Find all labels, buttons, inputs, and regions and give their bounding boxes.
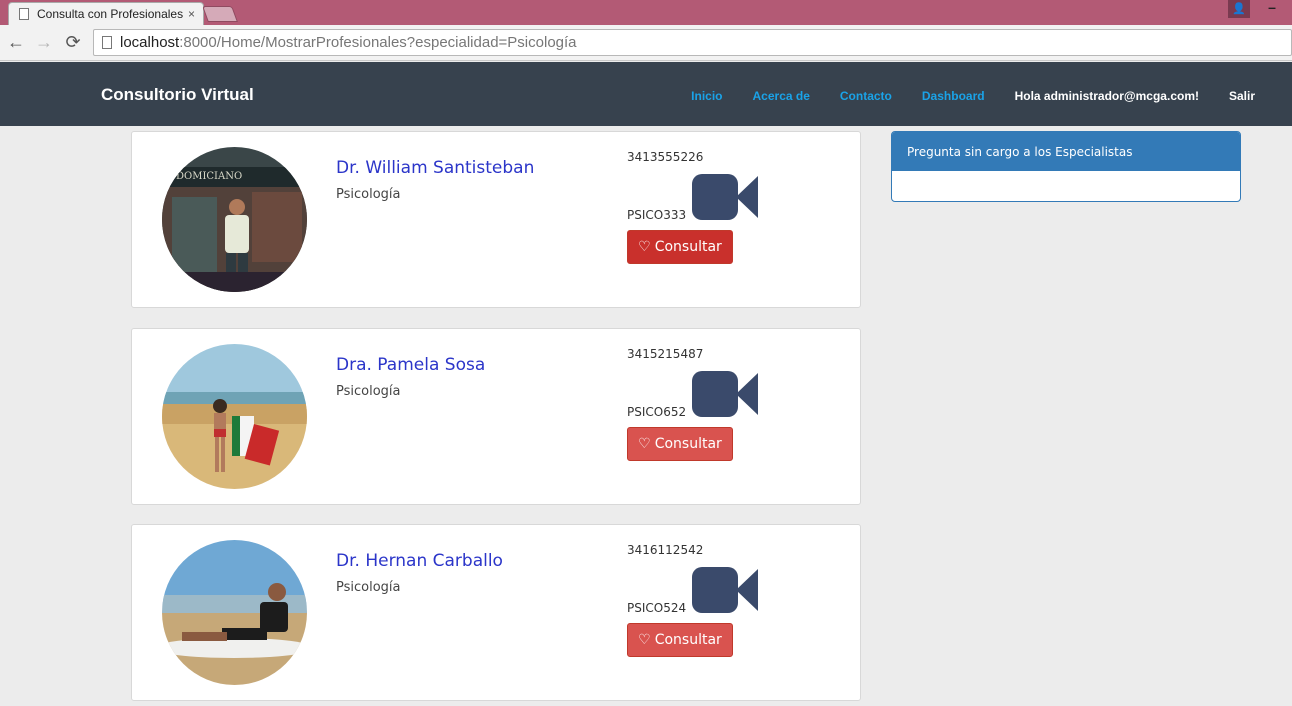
professional-phone: 3415215487 (627, 347, 704, 361)
nav-link-acerca-de[interactable]: Acerca de (753, 89, 810, 103)
professional-card: Dra. Pamela Sosa Psicología 3415215487 P… (131, 328, 861, 505)
svg-text:DOMICIANO: DOMICIANO (176, 171, 242, 182)
avatar (162, 540, 307, 685)
professional-card: Dr. Hernan Carballo Psicología 341611254… (131, 524, 861, 701)
avatar (162, 344, 307, 489)
consult-button[interactable]: ♡ Consultar (627, 623, 733, 657)
site-navbar: Consultorio Virtual Inicio Acerca de Con… (0, 62, 1292, 126)
consult-button-label: Consultar (654, 239, 722, 255)
browser-toolbar: ← → ⟳ localhost:8000/Home/MostrarProfesi… (0, 25, 1292, 61)
nav-link-contacto[interactable]: Contacto (840, 89, 892, 103)
consult-button-label: Consultar (654, 436, 722, 452)
tab-close-icon[interactable]: × (188, 7, 195, 21)
site-brand[interactable]: Consultorio Virtual (101, 85, 254, 105)
logout-link[interactable]: Salir (1229, 89, 1255, 103)
nav-links: Inicio Acerca de Contacto Dashboard Hola… (661, 89, 1255, 103)
video-camera-icon[interactable] (692, 567, 758, 613)
consult-button[interactable]: ♡ Consultar (627, 230, 733, 264)
free-question-panel: Pregunta sin cargo a los Especialistas (891, 131, 1241, 202)
professional-name[interactable]: Dr. William Santisteban (336, 158, 534, 178)
professional-specialty: Psicología (336, 580, 401, 595)
page-icon (102, 36, 112, 49)
avatar: DOMICIANO (162, 147, 307, 292)
professional-phone: 3416112542 (627, 543, 704, 557)
user-profile-icon[interactable]: 👤 (1228, 0, 1250, 18)
heart-icon: ♡ (638, 239, 651, 255)
url-path: :8000/Home/MostrarProfesionales?especial… (179, 34, 577, 51)
panel-heading: Pregunta sin cargo a los Especialistas (892, 132, 1240, 171)
reload-icon[interactable]: ⟳ (62, 31, 84, 53)
consult-button[interactable]: ♡ Consultar (627, 427, 733, 461)
professional-name[interactable]: Dr. Hernan Carballo (336, 551, 503, 571)
browser-tab-bar: Consulta con Profesionales × 👤 – (0, 0, 1292, 25)
video-camera-icon[interactable] (692, 371, 758, 417)
nav-link-dashboard[interactable]: Dashboard (922, 89, 985, 103)
heart-icon: ♡ (638, 632, 651, 648)
professional-specialty: Psicología (336, 187, 401, 202)
back-arrow-icon[interactable]: ← (5, 31, 27, 53)
new-tab-button[interactable] (202, 6, 238, 22)
url-host: localhost (120, 34, 180, 51)
photo-man-in-store-icon: DOMICIANO (162, 147, 307, 292)
forward-arrow-icon[interactable]: → (33, 31, 55, 53)
consult-button-label: Consultar (654, 632, 722, 648)
photo-woman-on-beach-icon (162, 344, 307, 489)
minimize-icon[interactable]: – (1262, 0, 1282, 18)
tab-title: Consulta con Profesionales (37, 7, 184, 21)
heart-icon: ♡ (638, 436, 651, 452)
photo-man-on-beach-icon (162, 540, 307, 685)
professional-card: DOMICIANO Dr. William Santisteban Psicol… (131, 131, 861, 308)
professional-code: PSICO333 (627, 208, 687, 222)
browser-tab-active[interactable]: Consulta con Profesionales × (8, 2, 204, 25)
professional-phone: 3413555226 (627, 150, 704, 164)
address-bar[interactable]: localhost:8000/Home/MostrarProfesionales… (93, 29, 1292, 56)
professional-code: PSICO652 (627, 405, 687, 419)
professional-name[interactable]: Dra. Pamela Sosa (336, 355, 485, 375)
user-greeting[interactable]: Hola administrador@mcga.com! (1015, 89, 1199, 103)
video-camera-icon[interactable] (692, 174, 758, 220)
page-icon (19, 8, 29, 20)
professional-code: PSICO524 (627, 601, 687, 615)
professional-specialty: Psicología (336, 384, 401, 399)
nav-link-inicio[interactable]: Inicio (691, 89, 722, 103)
